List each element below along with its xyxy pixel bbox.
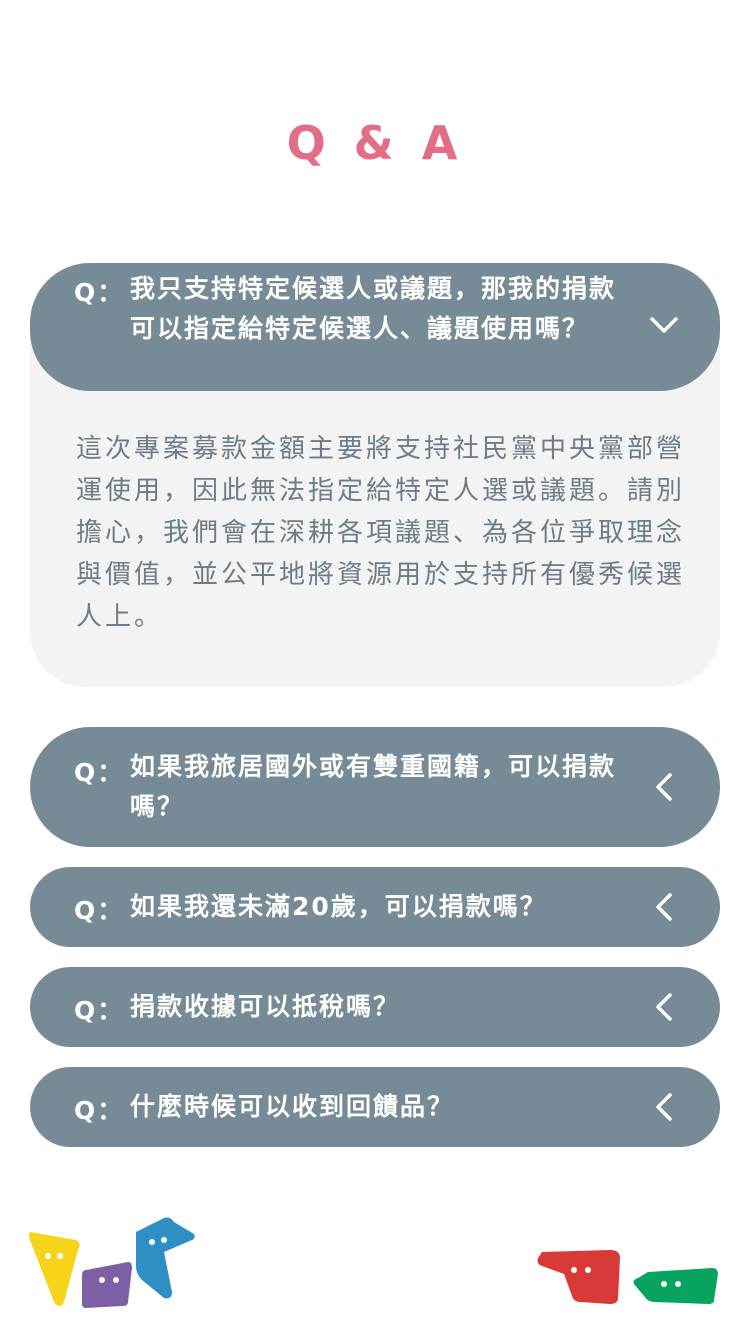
red-mascot-icon: [537, 1250, 620, 1304]
yellow-mascot-icon: [29, 1232, 80, 1306]
chevron-left-icon: [656, 773, 672, 801]
faq-question-4-toggle[interactable]: Q： 捐款收據可以抵稅嗎？: [30, 967, 720, 1047]
faq-question-text: 捐款收據可以抵稅嗎？: [130, 992, 401, 1021]
faq-question-prefix: Q：: [74, 1096, 125, 1125]
green-mascot-icon: [633, 1268, 718, 1304]
page-title: Q & A: [286, 116, 464, 170]
faq-question-2-toggle[interactable]: Q： 如果我旅居國外或有雙重國籍，可以捐款嗎？: [30, 727, 720, 847]
faq-question-text: 我只支持特定候選人或議題，那我的捐款可以指定給特定候選人、議題使用嗎？: [130, 274, 617, 343]
faq-question-1-toggle[interactable]: Q： 我只支持特定候選人或議題，那我的捐款可以指定給特定候選人、議題使用嗎？: [30, 263, 720, 391]
faq-question-text: 如果我旅居國外或有雙重國籍，可以捐款嗎？: [130, 752, 617, 821]
left-mascots-group: [29, 1217, 195, 1308]
faq-question-text: 如果我還未滿20歲，可以捐款嗎？: [130, 892, 547, 921]
faq-question-prefix: Q：: [74, 758, 125, 787]
faq-question-prefix: Q：: [74, 896, 125, 925]
right-mascots-group: [537, 1250, 718, 1304]
faq-item-3: Q： 如果我還未滿20歲，可以捐款嗎？: [30, 867, 720, 947]
chevron-down-icon: [650, 317, 678, 333]
chevron-left-icon: [656, 993, 672, 1021]
faq-item-4: Q： 捐款收據可以抵稅嗎？: [30, 967, 720, 1047]
faq-question-text: 什麼時候可以收到回饋品？: [130, 1092, 455, 1121]
faq-item-2: Q： 如果我旅居國外或有雙重國籍，可以捐款嗎？: [30, 727, 720, 847]
faq-question-3-toggle[interactable]: Q： 如果我還未滿20歲，可以捐款嗎？: [30, 867, 720, 947]
chevron-left-icon: [656, 893, 672, 921]
faq-question-prefix: Q：: [74, 278, 125, 307]
purple-mascot-icon: [82, 1262, 132, 1308]
faq-answer-text: 這次專案募款金額主要將支持社民黨中央黨部營運使用，因此無法指定給特定人選或議題。…: [76, 434, 686, 632]
faq-item-5: Q： 什麼時候可以收到回饋品？: [30, 1067, 720, 1147]
chevron-left-icon: [656, 1093, 672, 1121]
faq-question-prefix: Q：: [74, 996, 125, 1025]
blue-mascot-icon: [136, 1217, 195, 1299]
faq-question-5-toggle[interactable]: Q： 什麼時候可以收到回饋品？: [30, 1067, 720, 1147]
faq-item-1: Q： 我只支持特定候選人或議題，那我的捐款可以指定給特定候選人、議題使用嗎？ 這…: [30, 263, 720, 687]
